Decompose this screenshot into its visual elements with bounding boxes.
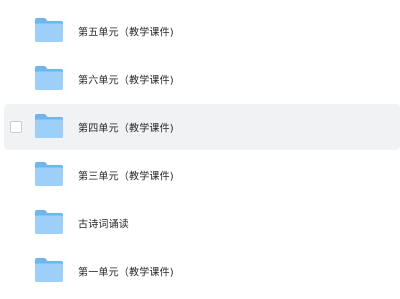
file-row-unit-5[interactable]: 第五单元（教学课件) bbox=[4, 8, 400, 54]
folder-icon bbox=[34, 257, 64, 283]
file-name: 第三单元（教学课件) bbox=[78, 171, 174, 183]
file-list: 第五单元（教学课件) 第六单元（教学课件) 第四单元（教学课件) 第三单元（教学… bbox=[0, 0, 400, 299]
file-row-unit-3[interactable]: 第三单元（教学课件) bbox=[4, 152, 400, 198]
file-name: 第四单元（教学课件) bbox=[78, 123, 174, 135]
folder-icon bbox=[34, 17, 64, 43]
file-name: 第一单元（教学课件) bbox=[78, 267, 174, 279]
file-name: 第五单元（教学课件) bbox=[78, 27, 174, 39]
folder-icon bbox=[34, 209, 64, 235]
folder-icon bbox=[34, 161, 64, 187]
file-name: 第六单元（教学课件) bbox=[78, 75, 174, 87]
row-checkbox[interactable] bbox=[10, 121, 22, 133]
file-row-unit-1[interactable]: 第一单元（教学课件) bbox=[4, 248, 400, 294]
folder-icon bbox=[34, 65, 64, 91]
file-row-unit-4[interactable]: 第四单元（教学课件) bbox=[4, 104, 400, 150]
folder-icon bbox=[34, 113, 64, 139]
file-name: 古诗词诵读 bbox=[78, 219, 129, 231]
file-row-unit-6[interactable]: 第六单元（教学课件) bbox=[4, 56, 400, 102]
file-row-ancient-poems[interactable]: 古诗词诵读 bbox=[4, 200, 400, 246]
